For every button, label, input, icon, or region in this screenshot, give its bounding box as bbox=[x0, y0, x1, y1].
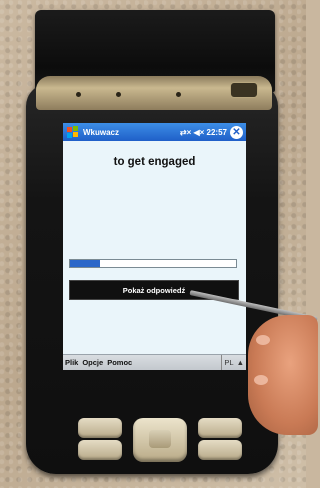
flashcard-text: to get engaged bbox=[113, 156, 196, 168]
input-arrow-icon: ▲ bbox=[236, 358, 244, 367]
menu-options[interactable]: Opcje bbox=[82, 358, 103, 367]
fingernail bbox=[256, 335, 270, 345]
pda-screen: Wkuwacz ⇄× ◀× 22:57 ✕ to get engaged Pok… bbox=[63, 123, 246, 370]
hand bbox=[248, 315, 318, 435]
hardware-buttons bbox=[78, 412, 248, 464]
dpad[interactable] bbox=[133, 418, 187, 462]
status-area: ⇄× ◀× 22:57 ✕ bbox=[180, 125, 243, 139]
app-title: Wkuwacz bbox=[83, 127, 120, 137]
hardware-button-home[interactable] bbox=[198, 440, 242, 460]
flashcard-area: to get engaged Pokaż odpowiedź bbox=[63, 141, 246, 354]
indicator-dot bbox=[176, 92, 181, 97]
windows-start-icon[interactable] bbox=[66, 125, 80, 139]
indicator-dot bbox=[76, 92, 81, 97]
hardware-button-calendar[interactable] bbox=[78, 418, 122, 438]
menu-file[interactable]: Plik bbox=[65, 358, 78, 367]
title-bar: Wkuwacz ⇄× ◀× 22:57 ✕ bbox=[63, 123, 246, 141]
menu-help[interactable]: Pomoc bbox=[107, 358, 132, 367]
input-language: PL bbox=[224, 358, 234, 367]
hardware-button-inbox[interactable] bbox=[198, 418, 242, 438]
power-button[interactable] bbox=[230, 82, 258, 98]
indicator-dot bbox=[116, 92, 121, 97]
dpad-action-button[interactable] bbox=[149, 430, 171, 448]
status-icons[interactable]: ⇄× ◀× 22:57 bbox=[180, 128, 227, 137]
device-top-band bbox=[36, 76, 272, 110]
progress-bar bbox=[69, 259, 237, 268]
close-button[interactable]: ✕ bbox=[230, 125, 243, 139]
progress-fill bbox=[70, 260, 100, 267]
hardware-button-contacts[interactable] bbox=[78, 440, 122, 460]
fingernail bbox=[254, 375, 268, 385]
input-panel-toggle[interactable]: PL ▲ bbox=[221, 355, 246, 370]
menu-bar: Plik Opcje Pomoc PL ▲ bbox=[63, 354, 246, 370]
